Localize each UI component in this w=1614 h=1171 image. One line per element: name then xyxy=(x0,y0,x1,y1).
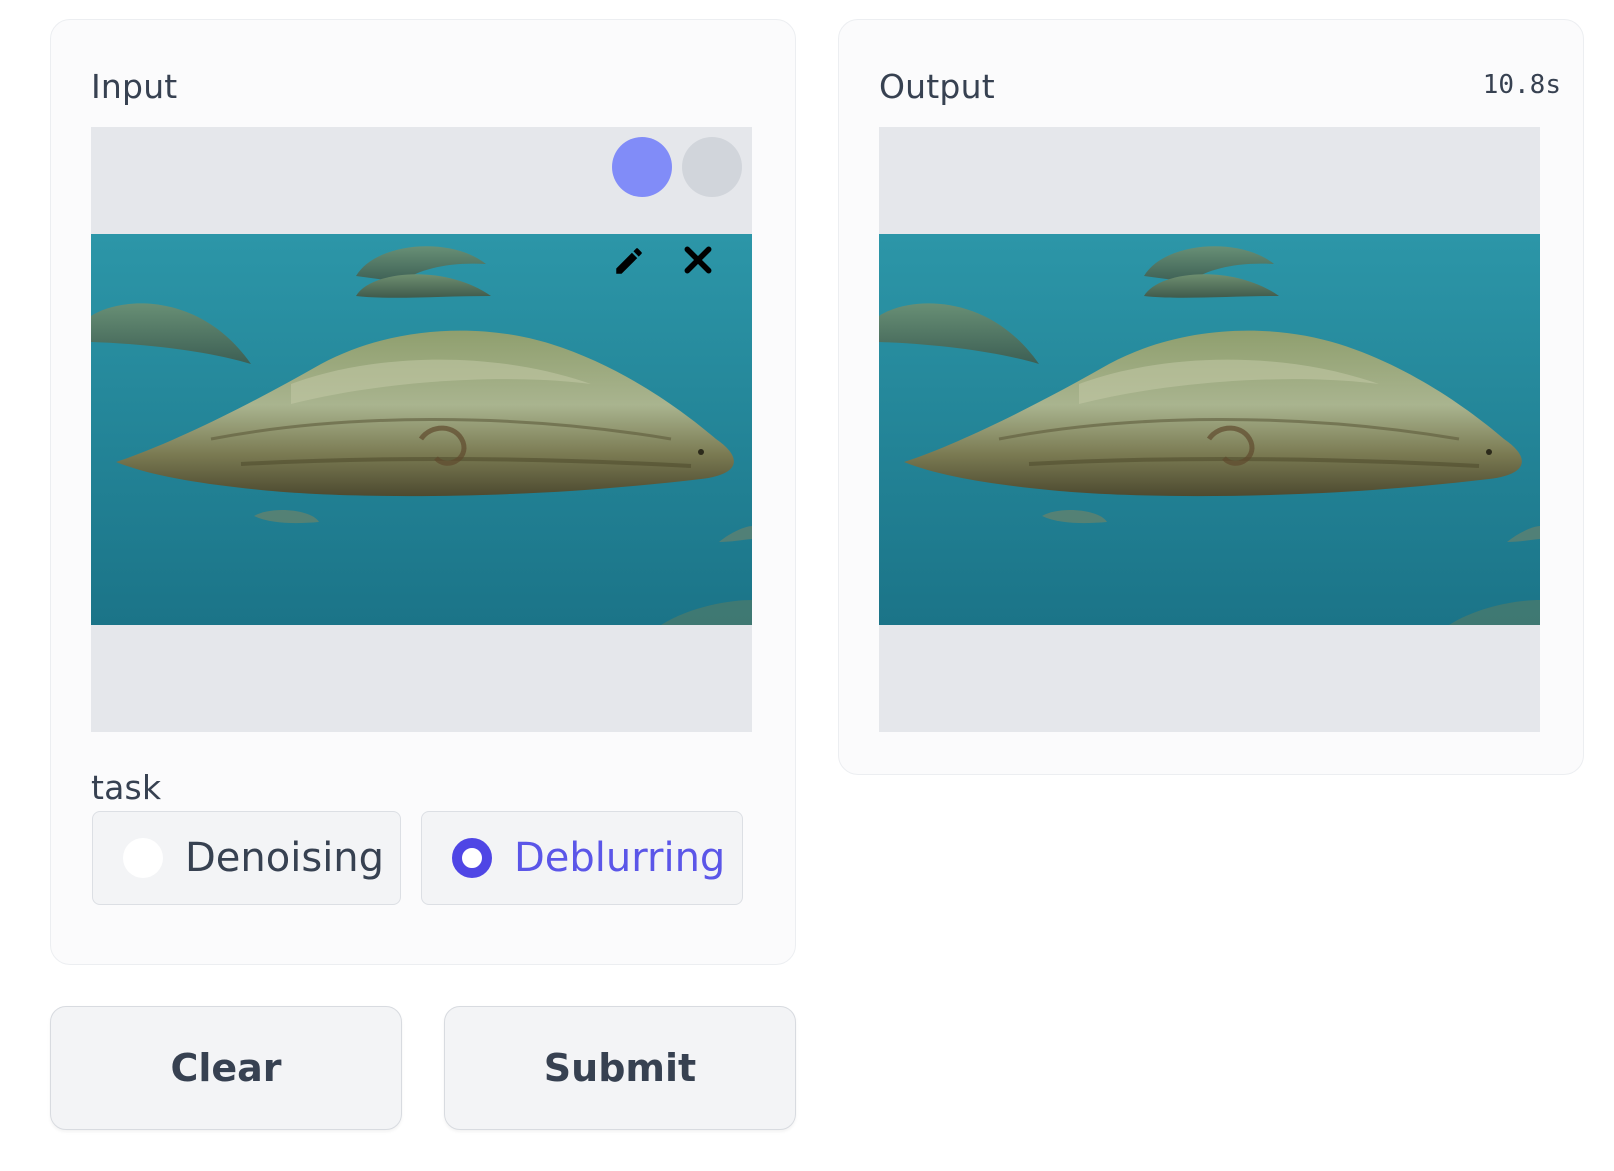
input-image xyxy=(91,234,752,625)
radio-label-deblurring: Deblurring xyxy=(514,835,726,881)
input-image-container[interactable] xyxy=(91,127,752,732)
radio-option-denoising[interactable]: Denoising xyxy=(92,811,401,905)
task-label: task xyxy=(91,768,162,807)
output-panel: Output 10.8s xyxy=(838,19,1584,775)
output-image xyxy=(879,234,1540,625)
output-label: Output xyxy=(879,67,995,106)
edit-button[interactable] xyxy=(612,137,672,274)
close-icon xyxy=(684,246,712,274)
radio-checked-icon xyxy=(452,838,492,878)
output-image-container xyxy=(879,127,1540,732)
radio-label-denoising: Denoising xyxy=(185,835,385,881)
elapsed-time: 10.8s xyxy=(1482,70,1561,100)
remove-image-button[interactable] xyxy=(682,137,742,274)
radio-option-deblurring[interactable]: Deblurring xyxy=(421,811,743,905)
radio-unchecked-icon xyxy=(123,838,163,878)
submit-button[interactable]: Submit xyxy=(444,1006,796,1130)
clear-button[interactable]: Clear xyxy=(50,1006,402,1130)
app-root: Input task Denoising Deblurring Output 1… xyxy=(0,0,1614,1171)
pencil-icon xyxy=(616,248,642,274)
input-label: Input xyxy=(91,67,178,106)
